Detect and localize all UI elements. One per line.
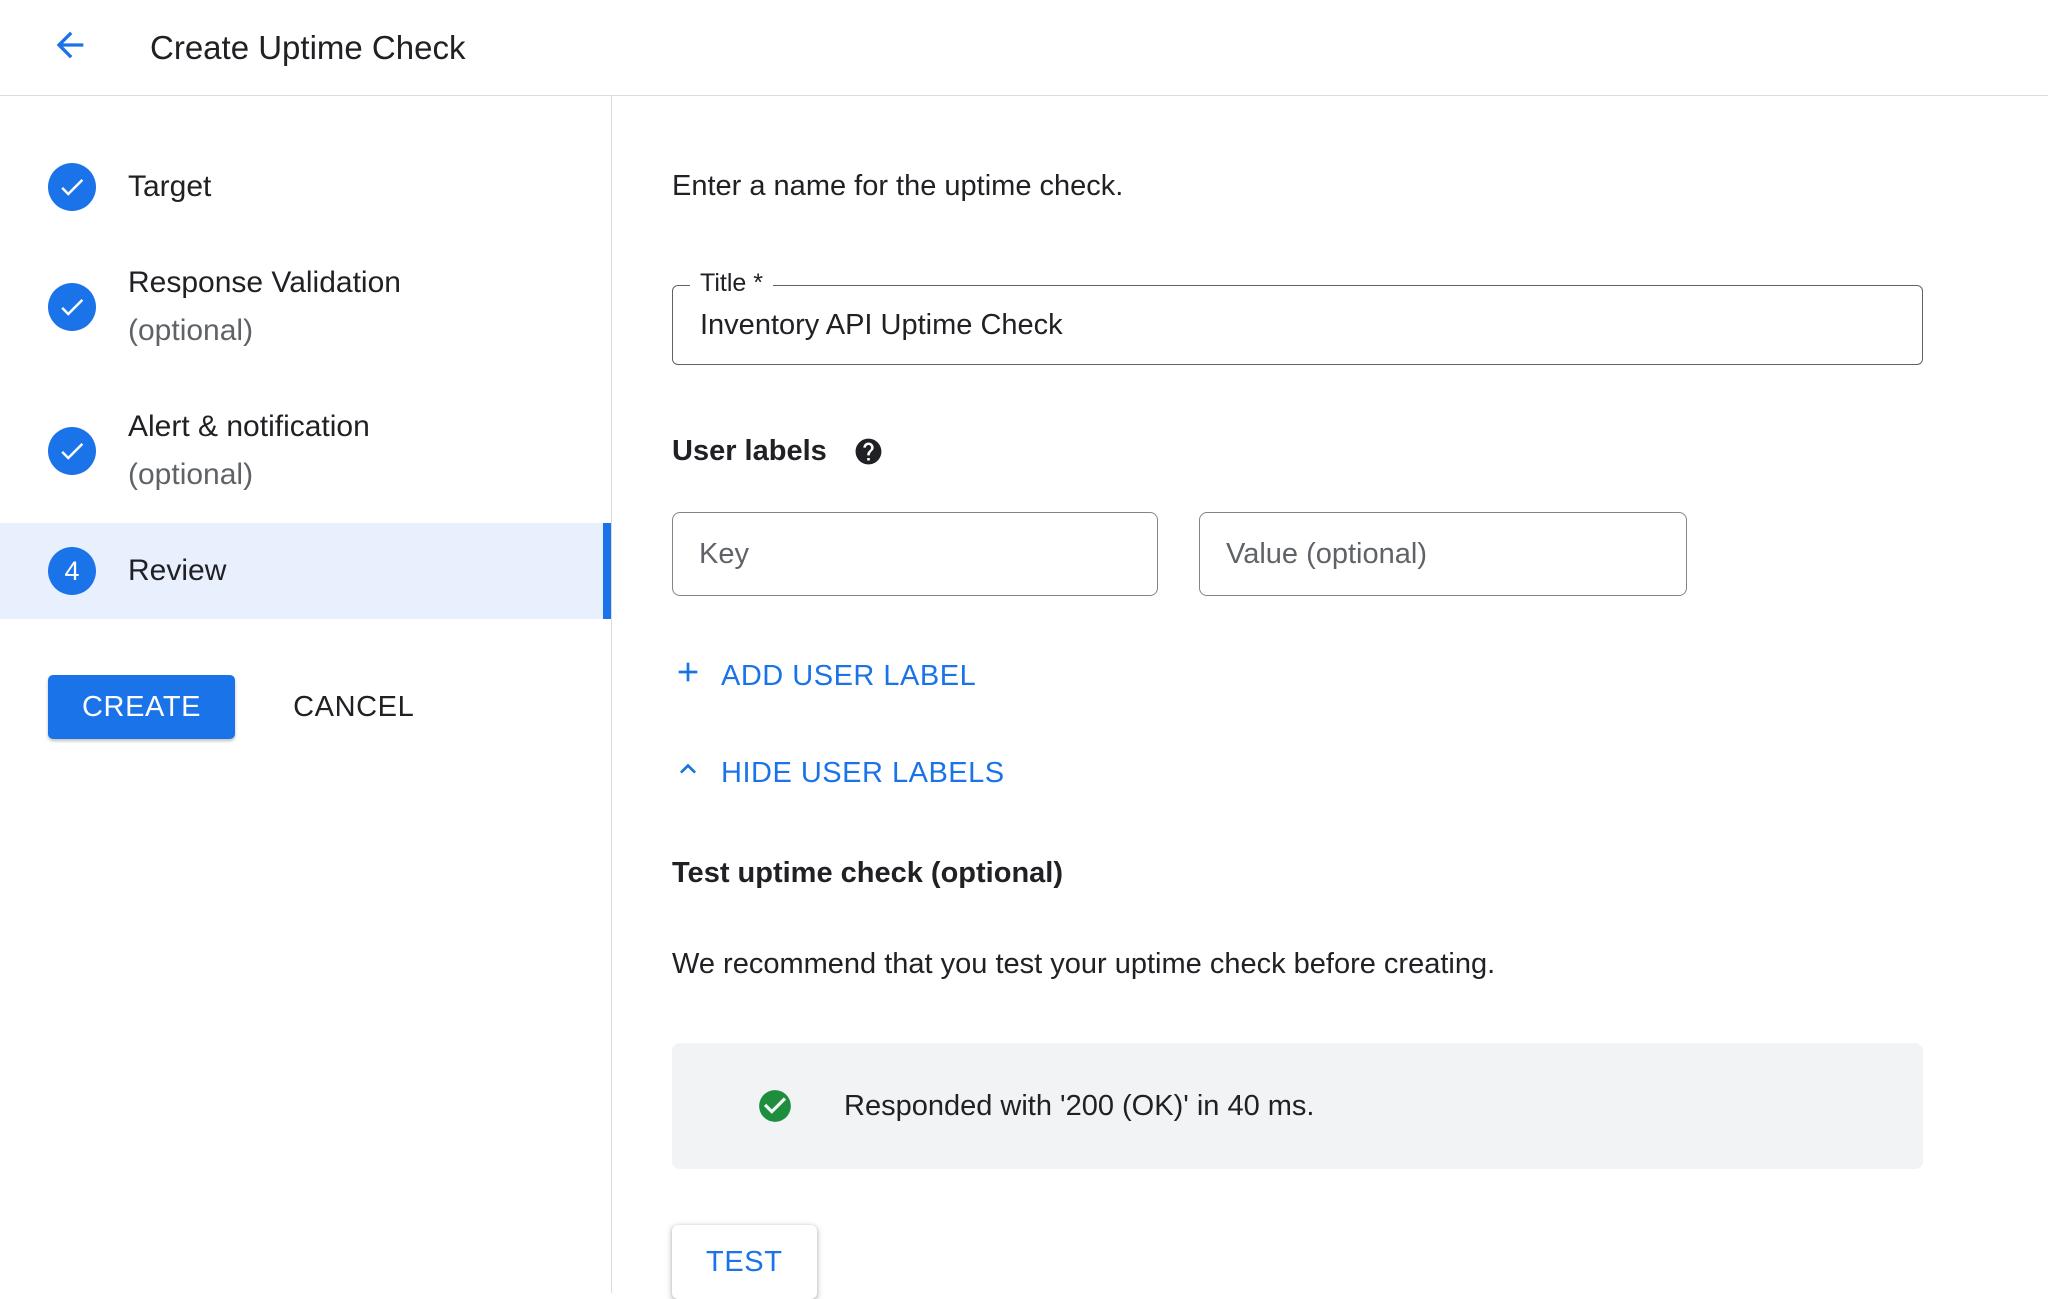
title-field-value: Inventory API Uptime Check xyxy=(700,309,1063,342)
test-result-banner: Responded with '200 (OK)' in 40 ms. xyxy=(672,1043,1923,1169)
label-key-input[interactable] xyxy=(672,512,1158,596)
page-title: Create Uptime Check xyxy=(150,29,465,67)
sidebar-actions: CREATE CANCEL xyxy=(0,675,611,739)
test-description: We recommend that you test your uptime c… xyxy=(672,948,2048,981)
step-label: Review xyxy=(128,547,226,595)
chevron-up-icon xyxy=(672,753,704,793)
page-header: Create Uptime Check xyxy=(0,0,2048,96)
step-response-validation[interactable]: Response Validation (optional) xyxy=(0,235,611,379)
title-field[interactable]: Title * Inventory API Uptime Check xyxy=(672,285,1923,365)
active-step-indicator-bar xyxy=(603,523,611,619)
label-value-input[interactable] xyxy=(1199,512,1687,596)
title-field-label: Title * xyxy=(690,269,773,298)
user-labels-heading: User labels xyxy=(672,435,827,468)
step-complete-check-icon xyxy=(48,163,96,211)
stepper-sidebar: Target Response Validation (optional) Al… xyxy=(0,96,612,1293)
step-target[interactable]: Target xyxy=(0,139,611,235)
create-button[interactable]: CREATE xyxy=(48,675,235,739)
intro-text: Enter a name for the uptime check. xyxy=(672,170,2048,203)
test-uptime-heading: Test uptime check (optional) xyxy=(672,857,2048,890)
back-arrow-icon xyxy=(50,25,90,70)
test-button[interactable]: TEST xyxy=(672,1225,817,1299)
step-label: Response Validation xyxy=(128,259,401,307)
step-complete-check-icon xyxy=(48,427,96,475)
add-user-label-button[interactable]: ADD USER LABEL xyxy=(672,656,976,696)
success-check-circle-icon xyxy=(756,1087,794,1125)
step-sublabel: (optional) xyxy=(128,307,401,355)
hide-user-labels-button[interactable]: HIDE USER LABELS xyxy=(672,753,1005,793)
step-number-badge: 4 xyxy=(48,547,96,595)
help-circle-icon[interactable] xyxy=(853,436,884,467)
test-result-text: Responded with '200 (OK)' in 40 ms. xyxy=(844,1090,1314,1123)
create-uptime-check-page: Create Uptime Check Target Response Vali… xyxy=(0,0,2048,1294)
step-label: Alert & notification xyxy=(128,403,370,451)
cancel-button[interactable]: CANCEL xyxy=(293,691,414,724)
hide-user-labels-text: HIDE USER LABELS xyxy=(721,757,1005,790)
plus-icon xyxy=(672,656,704,696)
step-alert-notification[interactable]: Alert & notification (optional) xyxy=(0,379,611,523)
step-sublabel: (optional) xyxy=(128,451,370,499)
step-label: Target xyxy=(128,163,211,211)
add-user-label-text: ADD USER LABEL xyxy=(721,660,976,693)
step-complete-check-icon xyxy=(48,283,96,331)
user-label-inputs xyxy=(672,512,2048,596)
step-review[interactable]: 4 Review xyxy=(0,523,611,619)
back-arrow-button[interactable] xyxy=(42,20,98,76)
review-step-content: Enter a name for the uptime check. Title… xyxy=(612,96,2048,1293)
user-labels-header: User labels xyxy=(672,435,2048,468)
